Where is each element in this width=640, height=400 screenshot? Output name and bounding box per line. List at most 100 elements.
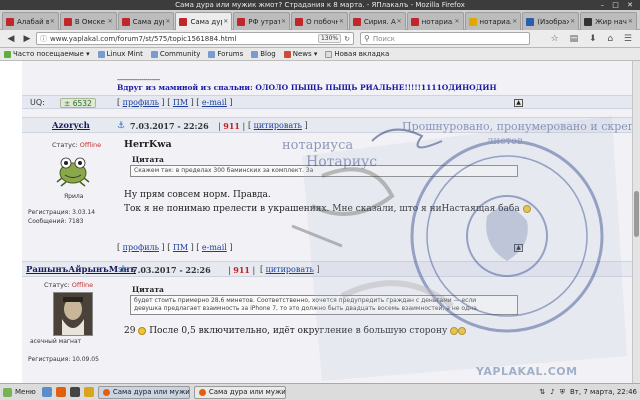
close-icon[interactable]: ✕ xyxy=(223,18,228,25)
clock[interactable]: Вт, 7 марта, 22:46 xyxy=(570,388,637,396)
back-icon[interactable]: ◀ xyxy=(4,32,18,46)
close-icon[interactable]: ✕ xyxy=(512,18,517,25)
close-icon[interactable]: ✕ xyxy=(339,18,344,25)
post-header: РашынъАйрынъМэнъ ⚓ 7.03.2017 - 22:26 | 9… xyxy=(22,261,632,277)
scroll-top-icon[interactable]: ▲ xyxy=(514,99,523,107)
post-number[interactable]: | 911 | xyxy=(218,121,245,131)
tab-8[interactable]: нотариал...✕ xyxy=(406,12,464,30)
status-line: Статус: Offline xyxy=(44,281,94,289)
pm-link[interactable]: ПМ xyxy=(173,243,188,252)
plus-minus-icon[interactable]: ± xyxy=(64,99,70,108)
anchor-icon[interactable]: ⚓ xyxy=(119,265,127,275)
bookmark-forums[interactable]: Forums xyxy=(208,50,243,58)
tab-2[interactable]: В Омске и...✕ xyxy=(59,12,117,30)
reload-icon[interactable]: ↻ xyxy=(344,35,350,43)
rss-icon xyxy=(283,50,291,58)
terminal-icon[interactable] xyxy=(69,387,80,397)
search-bar[interactable]: ⚲ Поиск xyxy=(360,32,530,45)
tab-4-active[interactable]: Сама дура...✕ xyxy=(175,12,233,30)
close-icon[interactable]: ✕ xyxy=(454,18,459,25)
avatar-caption: асечный магнат xyxy=(30,338,82,345)
url-text[interactable]: www.yaplakal.com/forum7/st/575/topic1561… xyxy=(50,35,318,43)
post-author[interactable]: Azorych xyxy=(52,121,90,131)
bookmark-new-tab[interactable]: Новая вкладка xyxy=(325,50,389,58)
bookmark-community[interactable]: Community xyxy=(150,50,200,58)
portrait-icon xyxy=(54,293,92,335)
mint-logo-icon xyxy=(3,387,12,397)
scroll-top-icon[interactable]: ▲ xyxy=(514,244,523,252)
email-link[interactable]: e-mail xyxy=(202,98,227,107)
post-date: 7.03.2017 - 22:26 xyxy=(130,121,209,131)
registration-date: Регистрация: 3.03.14 xyxy=(28,209,96,216)
anchor-icon[interactable]: ⚓ xyxy=(117,121,125,131)
forward-icon[interactable]: ▶ xyxy=(20,32,34,46)
close-icon[interactable]: ✕ xyxy=(397,18,402,25)
tab-10[interactable]: (Изображ...✕ xyxy=(522,12,580,30)
close-icon[interactable]: ✕ xyxy=(628,18,633,25)
post-date: 7.03.2017 - 22:26 xyxy=(132,265,211,275)
quote-label: Цитата xyxy=(132,155,164,164)
url-bar[interactable]: ⓘ www.yaplakal.com/forum7/st/575/topic15… xyxy=(36,32,354,45)
tab-5[interactable]: РФ утрати...✕ xyxy=(233,12,291,30)
volume-icon[interactable]: ♪ xyxy=(550,388,554,396)
tab-11[interactable]: Жир начс...✕ xyxy=(580,12,637,30)
pm-link[interactable]: ПМ xyxy=(173,98,188,107)
registration-date: Регистрация: 10.09.05 xyxy=(28,356,99,363)
files-icon[interactable] xyxy=(83,387,94,397)
close-icon[interactable]: ✕ xyxy=(570,18,575,25)
nav-bar: ◀ ▶ ⓘ www.yaplakal.com/forum7/st/575/top… xyxy=(0,30,640,48)
uq-label: UQ: xyxy=(30,98,45,107)
profile-link[interactable]: профиль xyxy=(123,243,159,252)
page-scrollbar[interactable] xyxy=(632,61,640,383)
post-links: [ профиль ] [ ПМ ] [ e-mail ] xyxy=(117,243,233,252)
tab-9[interactable]: нотариал...✕ xyxy=(464,12,522,30)
search-icon: ⚲ xyxy=(364,34,370,43)
info-icon[interactable]: ⓘ xyxy=(40,34,47,44)
start-menu-button[interactable]: Меню xyxy=(3,387,36,397)
desktop-icon[interactable] xyxy=(41,387,52,397)
firefox-icon[interactable] xyxy=(55,387,66,397)
bookmark-blog[interactable]: Blog xyxy=(251,50,276,58)
toolbar-icons[interactable]: ☆ ▤ ⬇ ⌂ ☰ xyxy=(551,34,636,44)
smiley-icon xyxy=(450,326,459,335)
bookmark-news[interactable]: News ▾ xyxy=(283,50,317,58)
system-tray: ⇅ ♪ ⛨ Вт, 7 марта, 22:46 xyxy=(534,388,637,397)
window-controls[interactable]: – □ ✕ xyxy=(601,1,636,9)
bookmarks-bar: Часто посещаемые ▾ Linux Mint Community … xyxy=(0,48,640,61)
yaplakal-favicon-icon xyxy=(237,17,246,26)
bookmark-linux-mint[interactable]: Linux Mint xyxy=(97,50,143,58)
signature-text: Вдруг из маминой из спальни: ОЛОЛО ПЫЩЬ … xyxy=(117,83,497,92)
cite-link[interactable]: [ цитировать ] xyxy=(260,265,320,274)
yandex-favicon-icon xyxy=(468,17,477,26)
tab-7[interactable]: Сирия. Ар...✕ xyxy=(348,12,406,30)
post-number[interactable]: | 911 | xyxy=(228,265,255,275)
close-icon[interactable]: ✕ xyxy=(281,18,286,25)
status-line: Статус: Offline xyxy=(52,141,102,149)
cite-link[interactable]: [ цитировать ] xyxy=(248,121,308,130)
yaplakal-favicon-icon xyxy=(121,17,130,26)
zoom-indicator[interactable]: 130% xyxy=(317,34,342,43)
yaplakal-favicon-icon xyxy=(63,17,72,26)
tab-strip: Алабай в ...✕ В Омске и...✕ Сама дура...… xyxy=(0,10,640,30)
tab-1[interactable]: Алабай в ...✕ xyxy=(2,12,59,30)
rating-badge: ± 6532 xyxy=(60,98,96,108)
yaplakal-favicon-icon xyxy=(6,17,14,26)
shield-icon[interactable]: ⛨ xyxy=(560,388,565,397)
taskbar-window-1[interactable]: Сама дура или мужик ж... xyxy=(97,385,190,399)
close-icon[interactable]: ✕ xyxy=(108,18,113,25)
post-text-line1: Ну прям совсем норм. Правда. xyxy=(124,190,271,200)
quote-label: Цитата xyxy=(132,285,164,294)
tab-3[interactable]: Сама дура...✕ xyxy=(117,12,175,30)
close-icon[interactable]: ✕ xyxy=(165,18,170,25)
close-icon[interactable]: ✕ xyxy=(50,18,55,25)
profile-link[interactable]: профиль xyxy=(123,98,159,107)
taskbar-window-2[interactable]: Сама дура или мужик ж... xyxy=(193,385,286,399)
scrollbar-thumb[interactable] xyxy=(634,191,639,237)
network-icon[interactable]: ⇅ xyxy=(539,388,545,396)
dark-favicon-icon xyxy=(584,17,593,26)
page-icon xyxy=(325,50,333,58)
bookmark-most-visited[interactable]: Часто посещаемые ▾ xyxy=(4,50,90,58)
email-link[interactable]: e-mail xyxy=(202,243,227,252)
tab-6[interactable]: О побочн...✕ xyxy=(291,12,348,30)
quote-box: Скажем так: в пределах 300 баминских за … xyxy=(130,165,518,177)
